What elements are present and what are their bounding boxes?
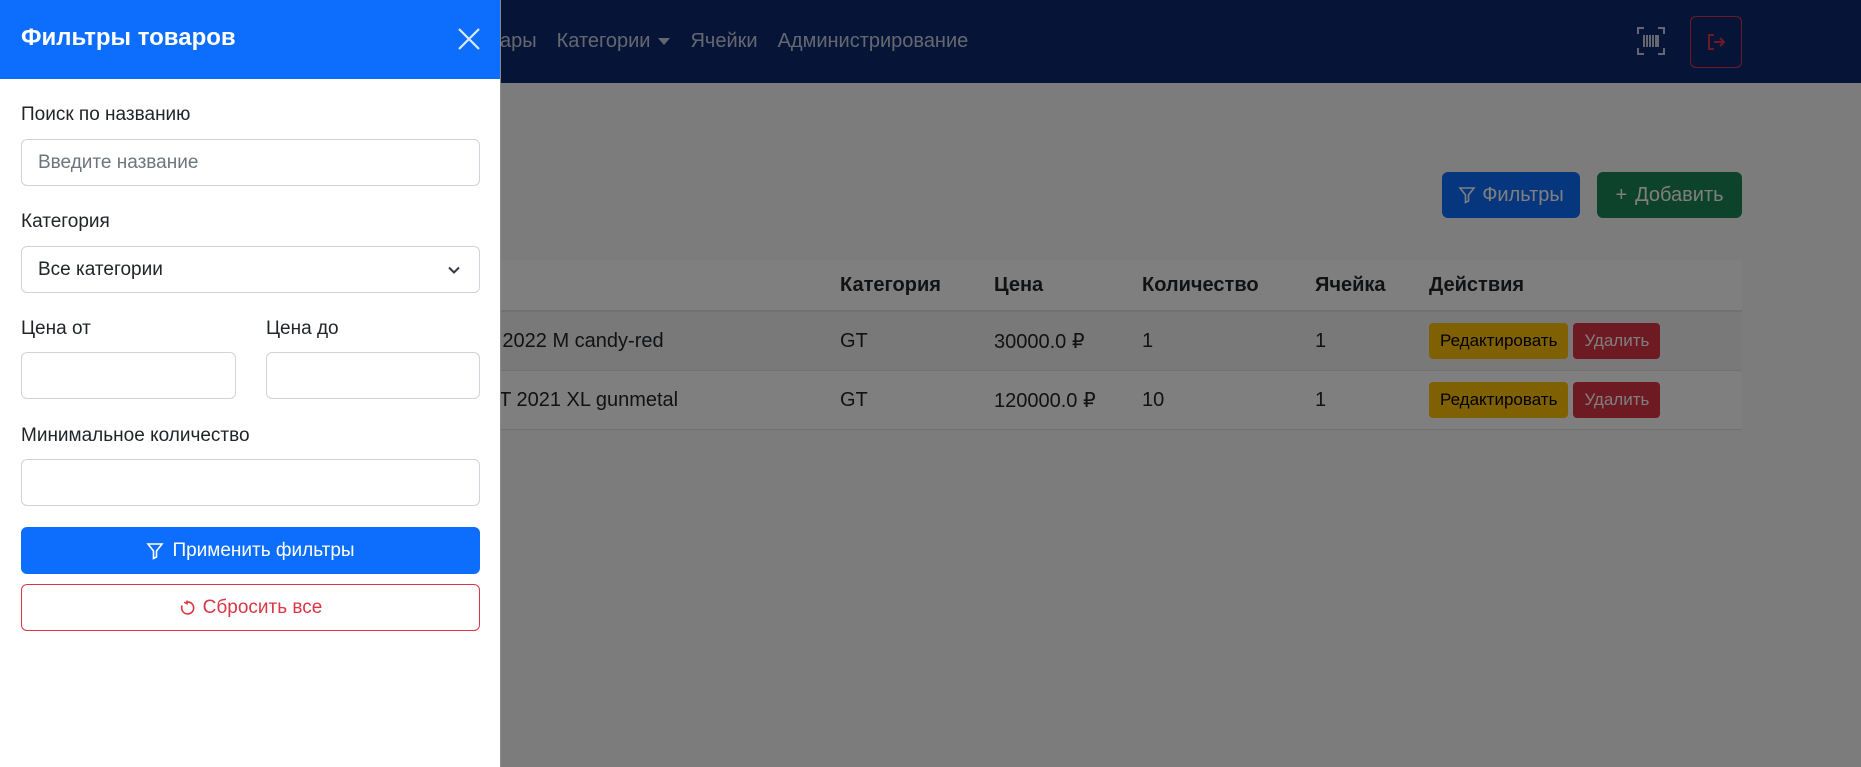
price-from-input[interactable] <box>21 352 236 399</box>
search-placeholder: Введите название <box>38 151 199 173</box>
search-input[interactable]: Введите название <box>21 139 480 186</box>
chevron-down-icon <box>448 266 460 274</box>
category-label: Категория <box>21 211 110 232</box>
price-from-label: Цена от <box>21 318 91 339</box>
close-icon[interactable] <box>456 26 482 52</box>
filters-panel-title: Фильтры товаров <box>21 24 236 51</box>
reset-filters-label: Сбросить все <box>202 596 323 618</box>
reset-filters-button[interactable]: Сбросить все <box>21 584 480 631</box>
apply-filters-button[interactable]: Применить фильтры <box>21 527 480 574</box>
search-label: Поиск по названию <box>21 104 191 125</box>
reset-icon <box>180 600 195 615</box>
min-quantity-label: Минимальное количество <box>21 425 250 446</box>
funnel-icon <box>146 542 165 560</box>
price-to-label: Цена до <box>266 318 339 339</box>
apply-filters-label: Применить фильтры <box>172 539 355 561</box>
min-quantity-input[interactable] <box>21 459 480 506</box>
category-select[interactable]: Все категории <box>21 246 480 293</box>
price-to-input[interactable] <box>266 352 480 399</box>
filters-panel-header: Фильтры товаров <box>0 0 500 79</box>
category-selected-value: Все категории <box>38 258 163 280</box>
filters-panel: Фильтры товаров Поиск по названию Введит… <box>0 0 501 767</box>
